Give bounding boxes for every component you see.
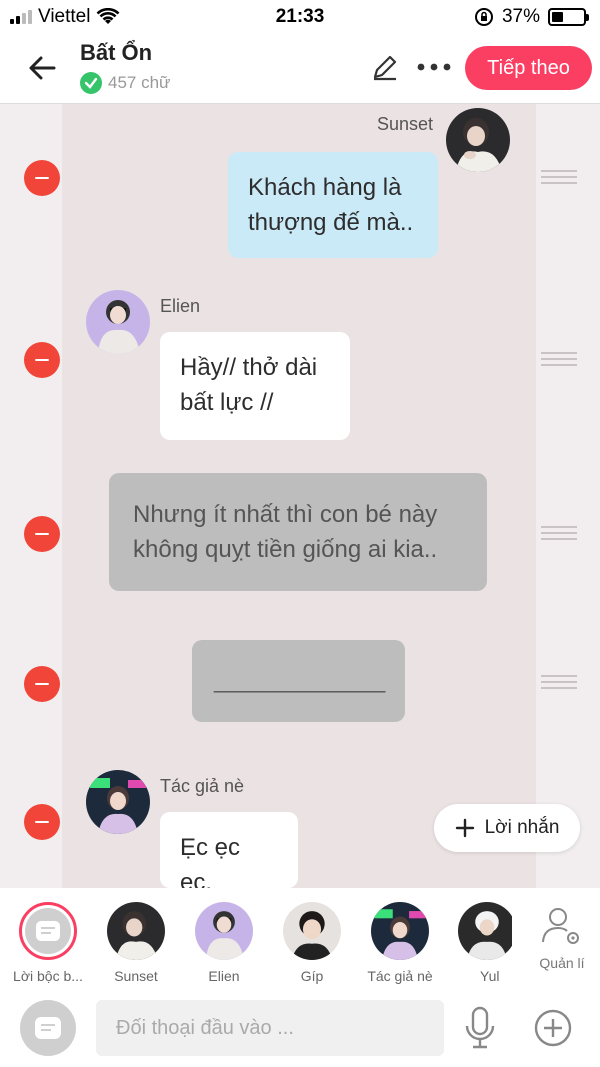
character-elien[interactable]: Elien: [184, 902, 264, 984]
check-icon: [80, 72, 102, 94]
plus-icon: [455, 818, 474, 838]
message-bubble[interactable]: Ẹc ẹc ẹc.: [160, 812, 298, 888]
drag-handle-icon[interactable]: [541, 170, 577, 184]
avatar: [195, 902, 253, 960]
narrator-avatar: [19, 902, 77, 960]
pencil-icon[interactable]: [370, 52, 400, 82]
battery-icon: [548, 8, 589, 26]
manage-characters-button[interactable]: Quản lí: [532, 904, 592, 971]
character-strip: Lời bộc b... Sunset Elien Gíp Tác giả nè: [0, 888, 600, 992]
manage-label: Quản lí: [539, 955, 585, 971]
character-sunset[interactable]: Sunset: [96, 902, 176, 984]
speaker-name: Elien: [160, 296, 201, 316]
character-label: Gíp: [300, 968, 324, 984]
status-bar: Viettel 21:33 37%: [0, 0, 600, 34]
delete-message-button[interactable]: [24, 666, 60, 702]
rotation-lock-icon: [474, 8, 493, 26]
drag-handle-icon[interactable]: [541, 675, 577, 689]
character-label: Tác giả nè: [367, 968, 433, 984]
narration-icon: [35, 1017, 61, 1039]
character-label: Yul: [480, 968, 500, 984]
speaker-name: Tác giả nè: [160, 776, 245, 796]
microphone-icon[interactable]: [462, 1006, 498, 1050]
narration-bubble[interactable]: ______________: [192, 640, 405, 722]
narration-bubble[interactable]: Nhưng ít nhất thì con bé này không quỵt …: [109, 473, 487, 591]
character-label: Sunset: [114, 968, 158, 984]
avatar: [446, 108, 510, 172]
narration-icon: [36, 921, 60, 941]
message-bubble[interactable]: Hầy// thở dài bất lực //: [160, 332, 350, 440]
header: Bất Ổn 457 chữ Tiếp theo: [0, 34, 600, 104]
chat-area[interactable]: Sunset Khách hàng là thượng đế mà.. Elie…: [0, 104, 600, 888]
avatar: [371, 902, 429, 960]
status-right: 37%: [474, 6, 589, 28]
input-bar: [0, 992, 600, 1067]
character-tac-gia-ne[interactable]: Tác giả nè: [360, 902, 440, 984]
add-message-label: Lời nhắn: [484, 817, 560, 838]
battery-percent: 37%: [501, 6, 540, 27]
story-title: Bất Ổn: [80, 40, 153, 65]
character-narrator[interactable]: Lời bộc b...: [8, 902, 88, 984]
message-bubble[interactable]: Khách hàng là thượng đế mà..: [228, 152, 438, 258]
avatar: [86, 770, 150, 834]
avatar: [107, 902, 165, 960]
delete-message-button[interactable]: [24, 804, 60, 840]
delete-message-button[interactable]: [24, 342, 60, 378]
back-arrow-icon[interactable]: [24, 50, 60, 86]
drag-handle-icon[interactable]: [541, 352, 577, 366]
dialogue-input[interactable]: [96, 1000, 444, 1056]
speaker-name: Sunset: [377, 114, 434, 134]
avatar: [283, 902, 341, 960]
character-yul[interactable]: Yul: [448, 902, 512, 984]
delete-message-button[interactable]: [24, 516, 60, 552]
drag-handle-icon[interactable]: [541, 526, 577, 540]
avatar: [86, 290, 150, 354]
word-count: 457 chữ: [80, 72, 170, 94]
add-circle-icon[interactable]: [533, 1008, 573, 1048]
word-count-label: 457 chữ: [108, 73, 171, 92]
character-label: Lời bộc b...: [13, 968, 83, 984]
next-button[interactable]: Tiếp theo: [465, 46, 592, 90]
character-gip[interactable]: Gíp: [272, 902, 352, 984]
delete-message-button[interactable]: [24, 160, 60, 196]
user-settings-icon: [542, 908, 579, 944]
add-message-button[interactable]: Lời nhắn: [434, 804, 580, 852]
avatar: [458, 902, 512, 960]
more-icon[interactable]: [416, 56, 452, 78]
screen: Viettel 21:33 37% Bất Ổn 457 chữ Tiếp th…: [0, 0, 600, 1067]
narration-toggle-button[interactable]: [20, 1000, 76, 1056]
character-label: Elien: [208, 968, 240, 984]
